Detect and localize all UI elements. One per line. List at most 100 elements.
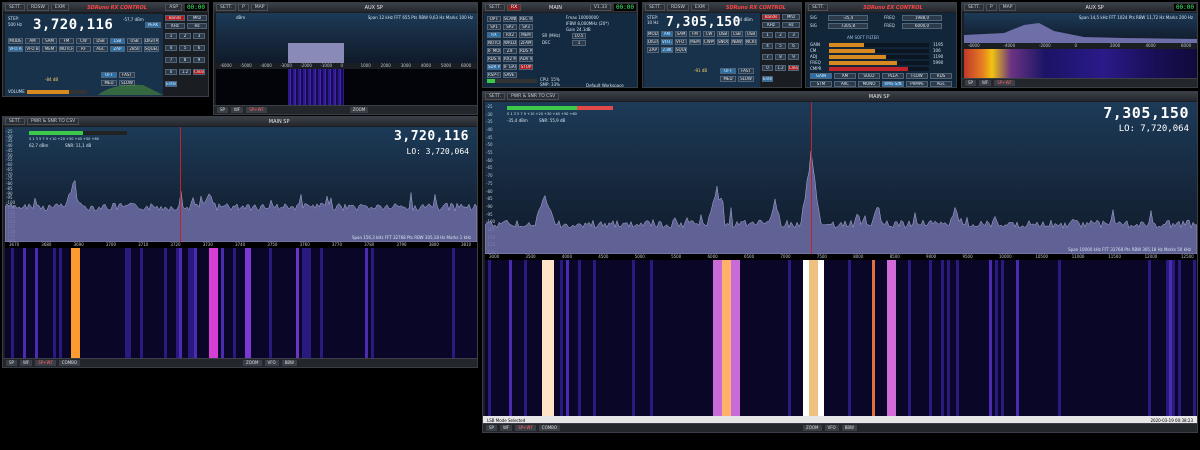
- button-rx[interactable]: RX: [487, 32, 501, 38]
- aux-spectrum-panel[interactable]: Span 14,5 kHz FFT 1024 Pts RBW 11,72 Hz …: [964, 13, 1197, 43]
- rx-control-titlebar[interactable]: SETT. RDSW EXM SDRuno RX CONTROL ASP 00:…: [3, 3, 208, 12]
- band-button-mhz[interactable]: Mhz: [187, 15, 207, 21]
- button-opt-[interactable]: OPT.: [487, 16, 501, 22]
- button-rsp-tt[interactable]: RSP-TT: [487, 72, 501, 78]
- button-snoop[interactable]: SNOOP: [717, 39, 729, 45]
- zoom-button[interactable]: ZOOM: [243, 360, 262, 366]
- waterfall-left[interactable]: [5, 248, 477, 358]
- keypad-8[interactable]: 8: [179, 57, 191, 63]
- pin-button[interactable]: P: [238, 4, 249, 11]
- button-arc[interactable]: ARC: [834, 81, 856, 87]
- wf-button[interactable]: WF: [978, 80, 992, 86]
- rdsw-button[interactable]: RDSW: [27, 4, 49, 11]
- ex-readout-value[interactable]: -35,4: [828, 15, 868, 21]
- keypad-6[interactable]: 6: [788, 43, 799, 49]
- settings-button[interactable]: SETT.: [808, 4, 829, 11]
- button-rds-play[interactable]: RDS PLAY: [519, 48, 533, 54]
- keypad-1-2[interactable]: 1.2: [179, 69, 191, 75]
- keypad-7[interactable]: 7: [165, 57, 177, 63]
- vfo-button[interactable]: VFO: [264, 360, 279, 366]
- button-sam[interactable]: SAM: [675, 31, 687, 37]
- waterfall-right[interactable]: [485, 260, 1197, 416]
- ex-slider[interactable]: [829, 67, 929, 71]
- sp-wf-button[interactable]: SP+WF: [246, 107, 267, 113]
- button-zap[interactable]: ZAP: [110, 46, 125, 52]
- keypad-1[interactable]: 1: [165, 33, 177, 39]
- button-nbw[interactable]: NBW: [731, 39, 743, 45]
- button-rms-s-n[interactable]: RMS-S/N: [882, 81, 904, 87]
- button-notch[interactable]: NOTCH: [59, 46, 74, 52]
- band-button-hz[interactable]: Hz: [187, 23, 207, 29]
- rx-control-titlebar[interactable]: SETT. RDSW EXM SDRuno RX CONTROL: [643, 3, 801, 12]
- pin-button[interactable]: P: [986, 4, 997, 11]
- button-mem[interactable]: MEM: [519, 32, 533, 38]
- keypad-7[interactable]: 7: [762, 54, 773, 60]
- button-2850[interactable]: 2850: [127, 46, 142, 52]
- peak-mode-chip[interactable]: PEAK: [145, 22, 161, 28]
- button-vfo-a[interactable]: VFO A: [8, 46, 23, 52]
- button-zap[interactable]: ZAP: [647, 47, 659, 53]
- keypad-8[interactable]: 8: [775, 54, 786, 60]
- button-zfam[interactable]: ZFAM: [519, 40, 533, 46]
- button-flow[interactable]: FLOW: [906, 73, 928, 79]
- tuning-marker[interactable]: [811, 102, 812, 254]
- button-med[interactable]: MED: [101, 80, 117, 86]
- sp-button[interactable]: SP: [965, 80, 976, 86]
- ex-control-titlebar[interactable]: SETT. SDRuno EX CONTROL: [806, 3, 956, 12]
- button-fast[interactable]: FAST: [738, 68, 754, 74]
- button-cw[interactable]: CW: [76, 38, 91, 44]
- keypad-2[interactable]: 2: [179, 33, 191, 39]
- button-digital[interactable]: DIGITAL: [647, 39, 659, 45]
- button-sp3[interactable]: SP3: [519, 24, 533, 30]
- bbw-button[interactable]: BBW: [281, 360, 297, 366]
- button-squelch[interactable]: SQUELCH: [144, 46, 159, 52]
- settings-button[interactable]: SETT.: [216, 4, 237, 11]
- sr-value[interactable]: 10.5: [572, 33, 586, 39]
- main-titlebar[interactable]: SETT. RX MAIN V1.33 00:00: [483, 3, 637, 12]
- keypad-1[interactable]: 1: [762, 32, 773, 38]
- ex-slider[interactable]: [829, 49, 929, 53]
- map-button[interactable]: MAP: [250, 4, 269, 11]
- button-save-ws[interactable]: SAVE WS: [503, 72, 517, 78]
- exm-button[interactable]: EXM: [50, 4, 69, 11]
- wf-button[interactable]: WF: [230, 107, 244, 113]
- button-agc[interactable]: AGC: [93, 46, 108, 52]
- volume-slider[interactable]: [27, 90, 87, 94]
- button-vfo-a[interactable]: VFO A: [661, 39, 673, 45]
- bbw-button[interactable]: BBW: [841, 425, 857, 431]
- zoom-button[interactable]: ZOOM: [349, 107, 369, 113]
- aux-waterfall[interactable]: [964, 49, 1197, 79]
- sp-button[interactable]: SP: [486, 425, 497, 431]
- button-squelch[interactable]: SQUELCH: [675, 47, 687, 53]
- vfo-button[interactable]: VFO: [824, 425, 839, 431]
- keypad-3[interactable]: 3: [788, 32, 799, 38]
- keypad-1-2[interactable]: 1.2: [775, 65, 786, 71]
- keypad-enter[interactable]: Enter: [165, 81, 177, 87]
- sp-button[interactable]: SP: [217, 107, 228, 113]
- settings-button[interactable]: SETT.: [964, 4, 985, 11]
- ex-readout-value[interactable]: 7305,8: [828, 23, 868, 29]
- keypad-3[interactable]: 3: [193, 33, 205, 39]
- aux-sp-titlebar[interactable]: SETT. P MAP AUX SP 00:00: [962, 3, 1197, 12]
- button-med[interactable]: MED: [720, 76, 736, 82]
- keypad-4[interactable]: 4: [165, 45, 177, 51]
- aux-sp-titlebar[interactable]: SETT. P MAP AUX SP: [214, 3, 477, 12]
- button-rds[interactable]: RDS: [930, 73, 952, 79]
- settings-button[interactable]: SETT.: [485, 93, 506, 100]
- button-lsb[interactable]: LSB: [110, 38, 125, 44]
- rdsw-button[interactable]: RDSW: [667, 4, 689, 11]
- button-cw[interactable]: CW: [703, 31, 715, 37]
- sp-button[interactable]: SP: [6, 360, 17, 366]
- combo-button[interactable]: COMBO: [538, 425, 560, 431]
- button-digital[interactable]: DIGITAL: [144, 38, 159, 44]
- rx-button[interactable]: RX: [507, 4, 522, 11]
- button-vfo-b[interactable]: VFO B: [675, 39, 687, 45]
- ex-slider[interactable]: [829, 55, 929, 59]
- button-zif[interactable]: ZIF: [503, 48, 517, 54]
- map-button[interactable]: MAP: [998, 4, 1017, 11]
- button-mode[interactable]: MODE: [8, 38, 23, 44]
- ex-readout-value[interactable]: 1988,0: [902, 15, 942, 21]
- keypad-5[interactable]: 5: [775, 43, 786, 49]
- keypad-0[interactable]: 0: [165, 69, 177, 75]
- button-prmpe[interactable]: PRMPE: [906, 81, 928, 87]
